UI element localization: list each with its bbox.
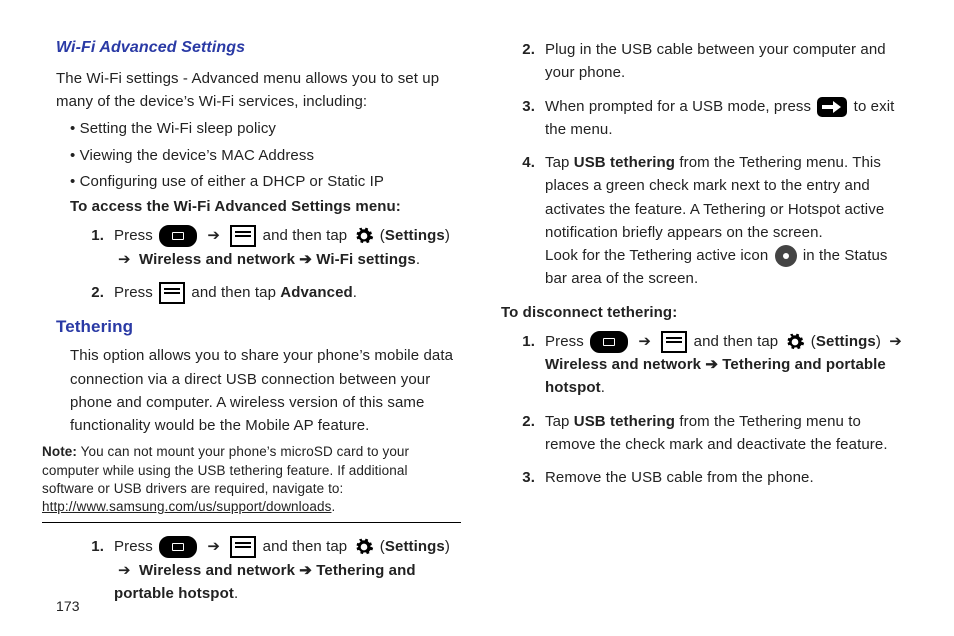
- step-3: 3. When prompted for a USB mode, press t…: [515, 95, 906, 142]
- step-number: 3.: [515, 95, 535, 118]
- arrow-icon: ➔: [889, 330, 902, 353]
- text: When prompted for a USB mode, press: [545, 98, 815, 115]
- label-disconnect-tethering: To disconnect tethering:: [501, 301, 906, 324]
- arrow-icon: ➔: [638, 330, 651, 353]
- usb-tethering-label: USB tethering: [574, 413, 675, 430]
- text: and then tap: [263, 227, 352, 244]
- step-number: 1.: [84, 535, 104, 558]
- right-column: 2. Plug in the USB cable between your co…: [501, 36, 906, 615]
- home-button-icon: [159, 225, 197, 247]
- text: .: [353, 284, 357, 301]
- text: Press: [114, 227, 157, 244]
- step-body: Remove the USB cable from the phone.: [545, 466, 906, 489]
- arrow-icon: ➔: [118, 559, 131, 582]
- step-number: 2.: [515, 38, 535, 61]
- step-body: Tap USB tethering from the Tethering men…: [545, 410, 906, 457]
- home-button-icon: [159, 536, 197, 558]
- menu-button-icon: [230, 536, 256, 558]
- gear-icon: [354, 537, 374, 557]
- text: and then tap: [694, 333, 783, 350]
- text: Tap: [545, 413, 574, 430]
- step-4: 4. Tap USB tethering from the Tethering …: [515, 151, 906, 291]
- settings-label: Settings: [816, 333, 876, 350]
- bullet-sleep-policy: Setting the Wi-Fi sleep policy: [56, 117, 461, 140]
- step-number: 4.: [515, 151, 535, 174]
- steps-disconnect: 1. Press ➔ and then tap (Settings) ➔ Wir…: [501, 330, 906, 490]
- heading-wifi-advanced: Wi-Fi Advanced Settings: [56, 36, 461, 61]
- bullet-dhcp-static: Configuring use of either a DHCP or Stat…: [56, 170, 461, 193]
- nav-chain: Wireless and network ➔ Tethering and por…: [545, 356, 886, 396]
- wifi-intro-text: The Wi-Fi settings - Advanced menu allow…: [56, 67, 461, 114]
- gear-icon: [785, 332, 805, 352]
- settings-label: Settings: [385, 538, 445, 555]
- step-1: 1. Press ➔ and then tap (Settings) ➔ Wir…: [515, 330, 906, 400]
- step-number: 3.: [515, 466, 535, 489]
- step-number: 2.: [84, 281, 104, 304]
- step-body: Press ➔ and then tap (Settings) ➔ Wirele…: [114, 224, 461, 271]
- gear-icon: [354, 226, 374, 246]
- tethering-active-icon: [775, 245, 797, 267]
- step-2: 2. Plug in the USB cable between your co…: [515, 38, 906, 85]
- text: Tap: [545, 154, 574, 171]
- advanced-label: Advanced: [280, 284, 353, 301]
- text: Press: [114, 284, 157, 301]
- step-body: When prompted for a USB mode, press to e…: [545, 95, 906, 142]
- text: Press: [114, 538, 157, 555]
- arrow-icon: ➔: [118, 248, 131, 271]
- note-box: Note: You can not mount your phone’s mic…: [42, 443, 461, 523]
- step-body: Tap USB tethering from the Tethering men…: [545, 151, 906, 291]
- two-column-layout: Wi-Fi Advanced Settings The Wi-Fi settin…: [56, 36, 906, 615]
- text: Look for the Tethering active icon: [545, 247, 773, 264]
- step-number: 1.: [515, 330, 535, 353]
- step-2: 2. Tap USB tethering from the Tethering …: [515, 410, 906, 457]
- step-body: Press ➔ and then tap (Settings) ➔ Wirele…: [545, 330, 906, 400]
- arrow-icon: ➔: [207, 535, 220, 558]
- text: .: [234, 585, 238, 602]
- step-1: 1. Press ➔ and then tap (Settings) ➔ Wir…: [84, 224, 461, 271]
- menu-button-icon: [230, 225, 256, 247]
- text: and then tap: [263, 538, 352, 555]
- bullet-mac-address: Viewing the device’s MAC Address: [56, 144, 461, 167]
- usb-exit-icon: [817, 97, 847, 117]
- nav-chain: Wireless and network ➔ Tethering and por…: [114, 562, 416, 602]
- heading-tethering: Tethering: [42, 314, 461, 340]
- step-number: 1.: [84, 224, 104, 247]
- step-2: 2. Press and then tap Advanced.: [84, 281, 461, 304]
- steps-tethering-connect: 1. Press ➔ and then tap (Settings) ➔ Wir…: [56, 535, 461, 605]
- menu-button-icon: [661, 331, 687, 353]
- note-text: You can not mount your phone’s microSD c…: [42, 444, 409, 495]
- page-number: 173: [56, 598, 80, 614]
- arrow-icon: ➔: [207, 224, 220, 247]
- text: and then tap: [191, 284, 280, 301]
- left-column: Wi-Fi Advanced Settings The Wi-Fi settin…: [56, 36, 461, 615]
- step-body: Press and then tap Advanced.: [114, 281, 461, 304]
- step-body: Plug in the USB cable between your compu…: [545, 38, 906, 85]
- step-body: Press ➔ and then tap (Settings) ➔ Wirele…: [114, 535, 461, 605]
- text: .: [416, 251, 420, 268]
- tethering-description: This option allows you to share your pho…: [56, 344, 461, 437]
- step-number: 2.: [515, 410, 535, 433]
- nav-chain: Wireless and network ➔ Wi-Fi settings: [139, 251, 416, 268]
- text: .: [331, 499, 335, 514]
- settings-label: Settings: [385, 227, 445, 244]
- menu-button-icon: [159, 282, 185, 304]
- text: .: [601, 379, 605, 396]
- steps-access-advanced: 1. Press ➔ and then tap (Settings) ➔ Wir…: [56, 224, 461, 304]
- step-1: 1. Press ➔ and then tap (Settings) ➔ Wir…: [84, 535, 461, 605]
- text: Press: [545, 333, 588, 350]
- home-button-icon: [590, 331, 628, 353]
- manual-page: Wi-Fi Advanced Settings The Wi-Fi settin…: [0, 0, 954, 636]
- support-link[interactable]: http://www.samsung.com/us/support/downlo…: [42, 499, 331, 514]
- steps-tethering-continued: 2. Plug in the USB cable between your co…: [501, 38, 906, 291]
- note-label: Note:: [42, 444, 77, 459]
- step-3: 3. Remove the USB cable from the phone.: [515, 466, 906, 489]
- usb-tethering-label: USB tethering: [574, 154, 675, 171]
- label-access-advanced: To access the Wi-Fi Advanced Settings me…: [56, 195, 461, 218]
